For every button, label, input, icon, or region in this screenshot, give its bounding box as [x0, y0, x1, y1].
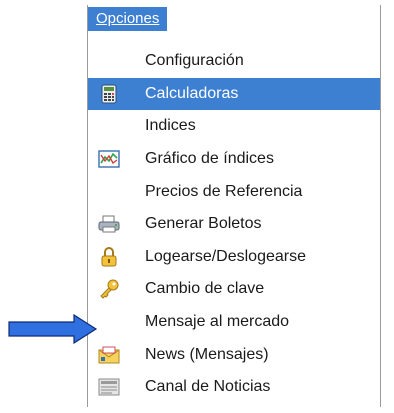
menu-items: Configuración Calculadoras Indices Gráfi… [88, 45, 380, 404]
menu-title-label: Opciones [96, 10, 160, 27]
lock-icon [98, 246, 120, 268]
options-menu: Opciones Configuración Calculadoras Indi… [87, 5, 381, 407]
menu-item-cambio-clave[interactable]: Cambio de clave [88, 273, 380, 306]
menu-item-generar-boletos[interactable]: Generar Boletos [88, 208, 380, 241]
menu-item-indices[interactable]: Indices [88, 110, 380, 143]
menu-item-label: Precios de Referencia [145, 182, 303, 200]
menu-item-precios-referencia[interactable]: Precios de Referencia [88, 175, 380, 208]
mail-icon [98, 344, 120, 366]
printer-icon [98, 213, 120, 235]
menu-item-logearse[interactable]: Logearse/Deslogearse [88, 241, 380, 274]
menu-item-grafico-indices[interactable]: Gráfico de índices [88, 143, 380, 176]
menubar: Opciones [88, 5, 380, 33]
menu-item-label: Logearse/Deslogearse [145, 247, 306, 265]
key-icon [98, 278, 120, 300]
menu-item-label: Mensaje al mercado [145, 313, 290, 331]
menu-item-news[interactable]: News (Mensajes) [88, 338, 380, 371]
menu-item-label: Configuración [145, 52, 244, 70]
pointer-arrow-icon [8, 314, 98, 344]
calculator-icon [98, 83, 120, 105]
news-icon [98, 376, 120, 398]
menu-item-label: Generar Boletos [145, 215, 262, 233]
chart-icon [98, 148, 120, 170]
menu-item-label: Calculadoras [145, 84, 239, 102]
menu-item-configuracion[interactable]: Configuración [88, 45, 380, 78]
menu-item-mensaje-mercado[interactable]: Mensaje al mercado [88, 306, 380, 339]
menu-item-label: Indices [145, 117, 196, 135]
menu-item-label: Cambio de clave [145, 280, 265, 298]
menu-item-label: Canal de Noticias [145, 378, 271, 396]
menu-item-label: Gráfico de índices [145, 150, 274, 168]
menu-item-label: News (Mensajes) [145, 345, 269, 363]
menu-item-calculadoras[interactable]: Calculadoras [88, 77, 380, 111]
menu-opciones[interactable]: Opciones [88, 7, 168, 31]
menu-item-canal-noticias[interactable]: Canal de Noticias [88, 371, 380, 404]
